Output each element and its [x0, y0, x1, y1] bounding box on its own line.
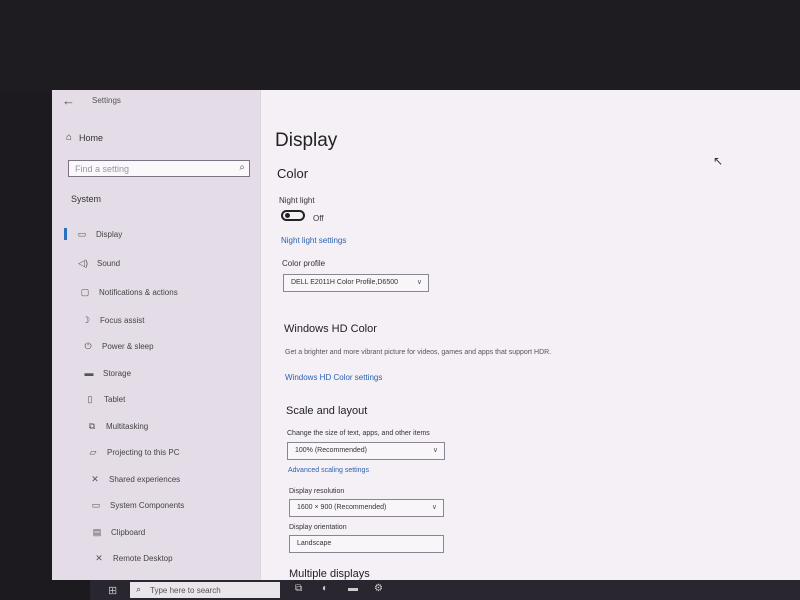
- multiple-displays-heading: Multiple displays: [289, 568, 370, 580]
- power-icon: ⏻: [84, 341, 92, 352]
- file-explorer-icon[interactable]: ▬: [348, 583, 358, 594]
- orientation-label: Display orientation: [289, 524, 347, 531]
- sidebar: ← Settings ⌂ Home Find a setting ⌕ Syste…: [52, 90, 261, 580]
- resolution-value: 1600 × 900 (Recommended): [297, 504, 387, 511]
- notifications-icon: ▢: [80, 287, 90, 297]
- night-light-label: Night light: [279, 196, 315, 205]
- clipboard-icon: ▤: [92, 526, 102, 537]
- sidebar-item-label: Remote Desktop: [113, 554, 173, 564]
- sidebar-item-focus-assist[interactable]: ☽ Focus assist: [52, 307, 260, 334]
- sidebar-item-label: Shared experiences: [109, 474, 181, 484]
- remote-desktop-icon: ✕: [95, 553, 103, 564]
- sidebar-item-label: Power & sleep: [102, 342, 154, 352]
- scale-value: 100% (Recommended): [295, 447, 367, 454]
- night-light-settings-link[interactable]: Night light settings: [281, 236, 346, 245]
- sidebar-item-remote-desktop[interactable]: ✕ Remote Desktop: [52, 546, 260, 573]
- chevron-down-icon: ∨: [432, 447, 438, 454]
- sidebar-item-label: Storage: [103, 368, 132, 378]
- color-profile-dropdown[interactable]: DELL E2011H Color Profile,D6500 ∨: [283, 274, 429, 292]
- settings-gear-icon[interactable]: ⚙: [374, 583, 383, 594]
- shared-experiences-icon: ✕: [91, 473, 99, 484]
- title-bar: ← Settings: [52, 90, 260, 112]
- orientation-dropdown[interactable]: Landscape: [289, 535, 444, 553]
- home-icon: ⌂: [66, 132, 73, 143]
- hd-color-heading: Windows HD Color: [284, 323, 377, 335]
- color-heading: Color: [277, 166, 309, 181]
- edge-browser-icon[interactable]: ◐: [322, 583, 328, 594]
- task-view-icon[interactable]: ⧉: [295, 583, 302, 594]
- sidebar-item-label: Projecting to this PC: [107, 448, 180, 458]
- scale-dropdown[interactable]: 100% (Recommended) ∨: [287, 442, 445, 460]
- sidebar-item-label: Multitasking: [106, 421, 149, 431]
- hd-color-settings-link[interactable]: Windows HD Color settings: [285, 373, 382, 382]
- section-label: System: [71, 194, 102, 204]
- orientation-value: Landscape: [297, 540, 332, 547]
- tablet-icon: ▯: [87, 394, 93, 405]
- sidebar-item-label: Focus assist: [100, 315, 145, 325]
- mouse-cursor-icon: ↖: [713, 154, 724, 168]
- color-profile-label: Color profile: [282, 259, 326, 268]
- sidebar-item-label: Display: [96, 230, 123, 239]
- sidebar-item-projecting-to-this-pc[interactable]: ▱ Projecting to this PC: [52, 440, 260, 467]
- sidebar-item-label: Tablet: [104, 395, 126, 405]
- projecting-icon: ▱: [89, 447, 97, 458]
- moon-icon: ☽: [81, 314, 91, 325]
- sidebar-item-system-components[interactable]: ▭ System Components: [52, 493, 260, 520]
- sidebar-item-clipboard[interactable]: ▤ Clipboard: [52, 519, 260, 546]
- sidebar-item-power-sleep[interactable]: ⏻ Power & sleep: [52, 334, 260, 361]
- back-arrow-icon[interactable]: ←: [62, 93, 75, 108]
- home-nav[interactable]: ⌂ Home: [66, 132, 103, 143]
- night-light-toggle[interactable]: [281, 210, 305, 221]
- sidebar-item-label: Notifications & actions: [99, 288, 178, 297]
- sidebar-item-label: Sound: [97, 259, 121, 268]
- search-icon[interactable]: ⌕: [239, 162, 245, 173]
- settings-window: ← Settings ⌂ Home Find a setting ⌕ Syste…: [52, 90, 800, 580]
- sidebar-item-sound[interactable]: ◁) Sound: [52, 249, 260, 278]
- search-input[interactable]: Find a setting ⌕: [68, 160, 250, 177]
- monitor-icon: ▭: [77, 229, 87, 239]
- storage-icon: ▬: [84, 368, 94, 379]
- advanced-scaling-link[interactable]: Advanced scaling settings: [288, 467, 369, 474]
- components-icon: ▭: [91, 500, 101, 511]
- sidebar-item-tablet[interactable]: ▯ Tablet: [52, 387, 260, 414]
- night-light-state: Off: [313, 214, 324, 223]
- search-icon: ⌕: [136, 584, 142, 594]
- resolution-label: Display resolution: [289, 488, 345, 495]
- sidebar-item-multitasking[interactable]: ⧉ Multitasking: [52, 413, 260, 440]
- taskbar: ⊞ ⌕ Type here to search ⧉ ◐ ▬ ⚙: [90, 580, 800, 600]
- hd-color-description: Get a brighter and more vibrant picture …: [285, 349, 552, 356]
- monitor-bezel: [0, 0, 800, 92]
- sidebar-item-label: System Components: [110, 501, 185, 511]
- sidebar-item-optional-features[interactable]: ⊞Optional features: [52, 572, 260, 581]
- color-profile-value: DELL E2011H Color Profile,D6500: [291, 279, 399, 286]
- sidebar-nav: ▭ Display ◁) Sound ▢ Notifications & actions ☽…: [52, 220, 260, 580]
- chevron-down-icon: ∨: [431, 504, 437, 511]
- sidebar-item-storage[interactable]: ▬ Storage: [52, 360, 260, 387]
- taskbar-search-text: Type here to search: [150, 586, 221, 595]
- toggle-knob: [285, 213, 290, 218]
- resolution-dropdown[interactable]: 1600 × 900 (Recommended) ∨: [289, 499, 444, 517]
- page-title: Display: [275, 130, 338, 151]
- main-content: Display Color Night light Off Night ligh…: [261, 90, 800, 580]
- speaker-icon: ◁): [78, 258, 88, 268]
- window-title: Settings: [92, 96, 121, 105]
- multitasking-icon: ⧉: [88, 420, 96, 431]
- search-placeholder: Find a setting: [75, 164, 130, 174]
- sidebar-item-notifications-actions[interactable]: ▢ Notifications & actions: [52, 278, 260, 307]
- windows-start-icon[interactable]: ⊞: [108, 584, 117, 597]
- scale-heading: Scale and layout: [286, 405, 368, 417]
- taskbar-search[interactable]: ⌕ Type here to search: [130, 582, 280, 598]
- sidebar-item-label: Clipboard: [111, 527, 146, 537]
- scale-label: Change the size of text, apps, and other…: [287, 430, 430, 437]
- chevron-down-icon: ∨: [416, 279, 422, 286]
- sidebar-item-shared-experiences[interactable]: ✕ Shared experiences: [52, 466, 260, 493]
- home-label: Home: [79, 132, 104, 143]
- sidebar-item-display[interactable]: ▭ Display: [52, 220, 260, 249]
